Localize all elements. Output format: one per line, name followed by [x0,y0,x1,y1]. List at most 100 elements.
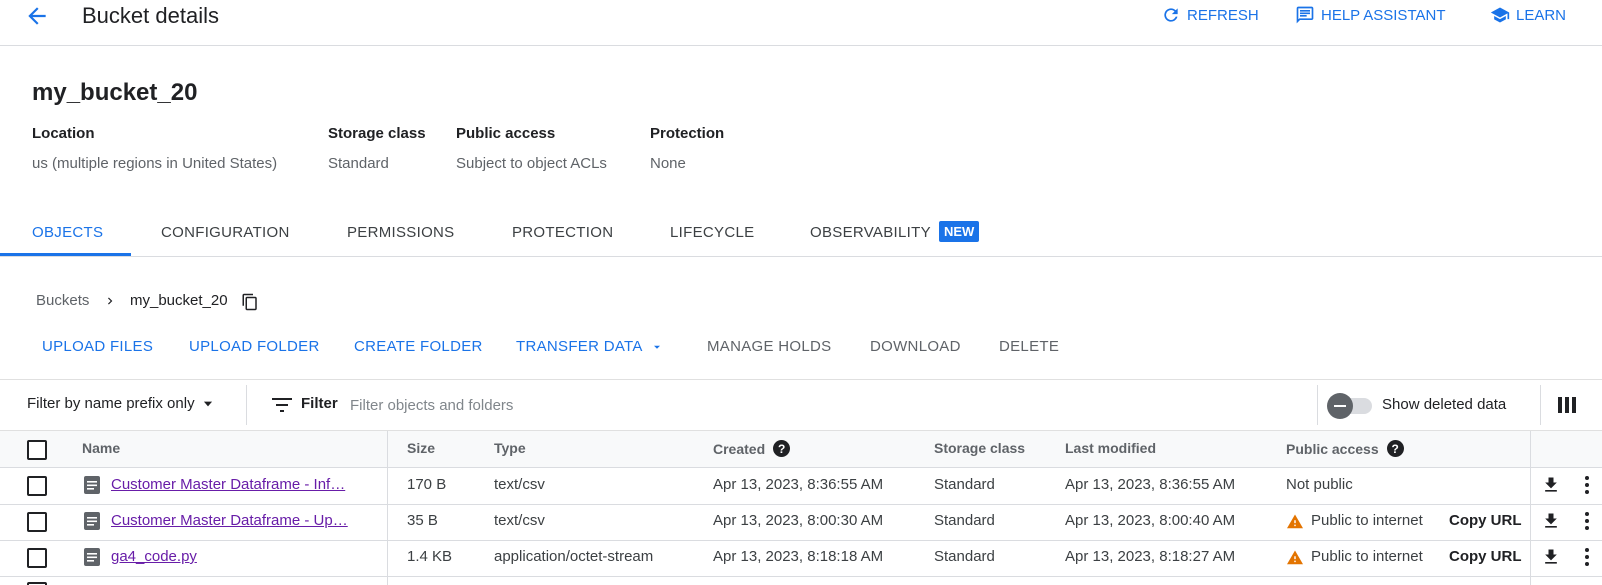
show-deleted-toggle[interactable] [1327,393,1353,419]
location-value: us (multiple regions in United States) [32,155,278,172]
chevron-right-icon [108,297,113,305]
file-created: Apr 13, 2023, 8:36:55 AM [713,476,884,493]
column-header-last-modified[interactable]: Last modified [1065,440,1156,456]
bucket-name: my_bucket_20 [32,79,198,106]
file-created: Apr 13, 2023, 8:00:30 AM [713,512,884,529]
warning-icon [1287,513,1303,528]
copy-url-button[interactable]: Copy URL [1449,512,1522,529]
prefix-filter-select[interactable]: Filter by name prefix only [27,395,215,412]
copy-icon[interactable] [241,293,259,311]
row-divider [0,540,1602,541]
file-public-access-label: Public to internet [1311,512,1423,529]
file-created: Apr 13, 2023, 8:18:18 AM [713,548,884,565]
row-divider [0,504,1602,505]
download-button[interactable]: DOWNLOAD [870,338,961,355]
divider [246,385,247,425]
row-checkbox[interactable] [27,548,47,568]
dropdown-arrow-icon [203,401,212,406]
school-icon [1490,7,1510,23]
download-icon[interactable] [1541,475,1561,495]
file-public-access: Public to internet [1286,512,1423,529]
file-storage-class: Standard [934,548,995,565]
select-all-checkbox[interactable] [27,440,47,460]
copy-url-button[interactable]: Copy URL [1449,548,1522,565]
dropdown-arrow-icon [653,345,660,349]
file-icon [84,476,100,494]
column-header-name[interactable]: Name [82,440,120,456]
divider [1540,385,1541,425]
active-tab-indicator [0,253,131,256]
column-divider [387,431,388,585]
filter-input[interactable] [350,394,850,416]
column-header-created-label: Created [713,440,766,457]
tab-permissions[interactable]: PERMISSIONS [347,224,455,241]
help-assistant-label: HELP ASSISTANT [1321,6,1446,24]
file-type: application/octet-stream [494,548,654,565]
public-access-value: Subject to object ACLs [456,155,607,172]
file-size: 1.4 KB [407,548,453,565]
column-header-size[interactable]: Size [407,440,435,456]
column-header-storage-class[interactable]: Storage class [934,440,1025,456]
refresh-icon [1164,8,1178,22]
row-divider [0,576,1602,577]
column-display-icon[interactable] [1558,397,1576,413]
breadcrumb-buckets[interactable]: Buckets [36,292,89,309]
filter-icon [272,398,292,412]
warning-icon [1287,549,1303,564]
more-vert-icon[interactable] [1584,511,1590,531]
column-header-created[interactable]: Created ? [713,440,791,457]
file-name-link[interactable]: Customer Master Dataframe - Up… [111,512,367,529]
protection-value: None [650,155,686,172]
tab-objects[interactable]: OBJECTS [32,224,103,241]
help-icon[interactable]: ? [1386,440,1404,457]
breadcrumb-current: my_bucket_20 [130,292,228,309]
file-icon [84,512,100,530]
prefix-filter-label: Filter by name prefix only [27,395,195,412]
tab-configuration[interactable]: CONFIGURATION [161,224,290,241]
create-folder-button[interactable]: CREATE FOLDER [354,338,483,355]
file-public-access: Public to internet [1286,548,1423,565]
help-assistant-button[interactable]: HELP ASSISTANT [1295,5,1446,25]
file-type: text/csv [494,476,545,493]
delete-button[interactable]: DELETE [999,338,1059,355]
column-header-type[interactable]: Type [494,440,526,456]
more-vert-icon[interactable] [1584,547,1590,567]
file-last-modified: Apr 13, 2023, 8:00:40 AM [1065,512,1236,529]
download-icon[interactable] [1541,547,1561,567]
filter-label: Filter [301,395,338,412]
public-access-label: Public access [456,125,556,142]
file-public-access: Not public [1286,476,1353,493]
divider [1317,385,1318,425]
tab-protection[interactable]: PROTECTION [512,224,613,241]
learn-button[interactable]: LEARN [1490,5,1566,25]
upload-files-button[interactable]: UPLOAD FILES [42,338,153,355]
back-arrow-icon[interactable] [24,3,50,29]
file-storage-class: Standard [934,476,995,493]
tab-lifecycle[interactable]: LIFECYCLE [670,224,754,241]
download-icon[interactable] [1541,511,1561,531]
file-type: text/csv [494,512,545,529]
manage-holds-button[interactable]: MANAGE HOLDS [707,338,831,355]
file-name-link[interactable]: ga4_code.py [111,548,367,565]
refresh-button[interactable]: REFRESH [1161,5,1259,25]
file-storage-class: Standard [934,512,995,529]
tab-observability[interactable]: OBSERVABILITY [810,224,931,241]
location-label: Location [32,125,95,142]
new-badge: NEW [939,221,980,242]
file-size: 35 B [407,512,438,529]
show-deleted-label: Show deleted data [1382,396,1507,413]
row-checkbox[interactable] [27,512,47,532]
chat-icon [1296,6,1314,24]
transfer-data-button[interactable]: TRANSFER DATA [516,338,663,355]
more-vert-icon[interactable] [1584,475,1590,495]
refresh-label: REFRESH [1187,6,1259,24]
help-icon[interactable]: ? [773,440,791,457]
upload-folder-button[interactable]: UPLOAD FOLDER [189,338,320,355]
file-public-access-label: Public to internet [1311,548,1423,565]
page-title: Bucket details [82,3,219,28]
column-header-public-access[interactable]: Public access ? [1286,440,1404,457]
file-size: 170 B [407,476,447,493]
row-checkbox[interactable] [27,476,47,496]
file-name-link[interactable]: Customer Master Dataframe - Inf… [111,476,367,493]
file-icon [84,548,100,566]
